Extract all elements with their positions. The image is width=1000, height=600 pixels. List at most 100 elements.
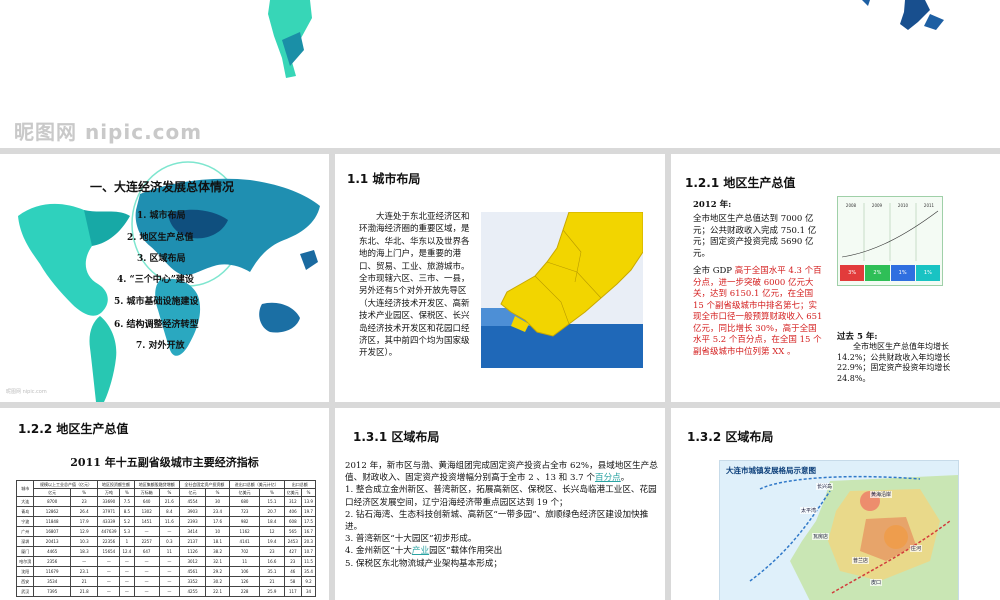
chart-cell: 3% <box>840 265 865 281</box>
table-cell: 13.9 <box>301 496 316 507</box>
table-cell: 106 <box>228 566 261 577</box>
table-cell: — <box>97 556 121 567</box>
toc-item-gdp[interactable]: 2. 地区生产总值 <box>127 230 194 243</box>
table-row: 大连 8700 23 33690 7.5 640 21.6 4554 30 680 15.1 312 1… <box>15 496 316 507</box>
table-cell: 312 <box>283 496 303 507</box>
table-cell: 2137 <box>178 536 207 547</box>
indicator-table-wrapper: 城市 规模以上工业总产值（亿元） 地区投资额生额 地区集额股融贷增额 全社会固定资产投资… <box>15 480 317 597</box>
table-cell: 12862 <box>33 506 71 517</box>
table-cell: 21 <box>69 576 99 587</box>
table-cell: 46 <box>283 566 303 577</box>
link-industry[interactable]: 产业 <box>412 546 429 556</box>
table-cell: 38.2 <box>205 546 230 557</box>
table-cell: 34 <box>301 586 316 597</box>
table-cell: 15654 <box>97 546 121 557</box>
regional-text: 2012 年，新市区与渤、黄海组团完成固定资产投资占全市 62%，县域地区生产总… <box>345 460 659 570</box>
table-cell: 37971 <box>97 506 121 517</box>
table-cell: 1302 <box>133 506 160 517</box>
table-cell: 11 <box>158 546 180 557</box>
table-cell: — <box>97 566 121 577</box>
table-cell: 22356 <box>97 536 121 547</box>
table-cell: 3414 <box>178 526 207 537</box>
table-cell: 12.9 <box>69 526 99 537</box>
table-cell: 23.1 <box>69 566 99 577</box>
table-cell: 982 <box>228 516 261 527</box>
regional-point-4: 4. 金州新区“十大产业园区”载体作用突出 <box>345 546 503 557</box>
table-cell: 17.5 <box>301 516 316 527</box>
toc-item-city-layout[interactable]: 1. 城市布局 <box>137 208 186 221</box>
map-title: 大连市城镇发展格局示意图 <box>726 466 816 475</box>
chart-year: 2011 <box>923 203 935 208</box>
table-cell: 33690 <box>97 496 121 507</box>
table-cell: 3352 <box>178 576 207 587</box>
table-cell: 11 <box>228 556 261 567</box>
col-subheader: % <box>205 488 230 497</box>
watermark-text: 昵图网 nipic.com <box>14 120 203 144</box>
table-cell: 23 <box>69 496 99 507</box>
table-cell: 35.4 <box>301 566 316 577</box>
toc-item-regional-layout[interactable]: 3. 区域布局 <box>137 251 186 264</box>
col-group-header: 地区投资额生额 <box>97 480 135 489</box>
table-cell: 12 <box>259 526 285 537</box>
table-cell: 0.3 <box>158 536 180 547</box>
table-cell: 1126 <box>178 546 207 557</box>
table-cell: 1451 <box>133 516 160 527</box>
past-five-years-text: 全市地区生产总值年均增长 14.2%；公共财政收入年均增长 22.9%；固定资产… <box>837 342 951 383</box>
col-subheader: 万吨 <box>97 488 121 497</box>
table-cell: 18.4 <box>259 516 285 527</box>
gdp-comparison: 全市 GDP 高于全国水平 4.3 个百分点，进一步突破 6000 亿元大关，达… <box>693 266 823 357</box>
map-label: 长兴岛 <box>816 483 834 490</box>
toc-item-three-centers[interactable]: 4. “三个中心”建设 <box>117 272 194 285</box>
urban-layout-map: 大连市城镇发展格局示意图 长兴岛 太平湾 瓦房店 普兰店 皮口 庄河 黄海沿岸 <box>719 460 959 600</box>
table-cell: 7395 <box>33 586 71 597</box>
table-cell: 8700 <box>33 496 71 507</box>
slide-title: 1.2.2 地区生产总值 <box>18 422 129 436</box>
map-label: 黄海沿岸 <box>870 491 893 498</box>
table-cell: 7.5 <box>119 496 135 507</box>
table-cell: 640 <box>133 496 160 507</box>
chart-cell: 1% <box>890 265 915 281</box>
table-cell: 2393 <box>178 516 207 527</box>
col-group-header: 规模以上工业总产值（亿元） <box>33 480 99 489</box>
link-percentage-points[interactable]: 百分点 <box>595 473 621 483</box>
table-cell: 1162 <box>228 526 261 537</box>
table-cell: — <box>97 576 121 587</box>
table-cell: — <box>119 566 135 577</box>
table-cell: 30.2 <box>205 576 230 587</box>
table-cell: 18.3 <box>69 546 99 557</box>
table-cell: 117 <box>283 586 303 597</box>
table-cell-city: 青岛 <box>15 506 35 517</box>
table-cell: 4465 <box>33 546 71 557</box>
table-row: 哈尔滨 2356— — — — —3012 32.1 11 16.6 23 11.5 <box>15 556 316 567</box>
slide-title: 1.3.2 区域布局 <box>687 430 774 444</box>
toc-item-restructuring[interactable]: 6. 结构调整经济转型 <box>114 317 199 330</box>
table-row: 西安 3534 21— — — —3352 30.2 126 21 58 9.2 <box>15 576 316 587</box>
table-row: 宁波 11848 17.9 43339 5.2 1451 11.6 2393 17.6 982 18… <box>15 516 316 527</box>
slide-gdp-2012: 1.2.1 地区生产总值 2012 年: 全市地区生产总值达到 7000 亿元；… <box>671 154 1000 402</box>
table-cell: 17.6 <box>205 516 230 527</box>
table-cell: — <box>158 556 180 567</box>
table-cell: 10.3 <box>69 536 99 547</box>
slide-regional-layout-1: 1.3.1 区域布局 2012 年，新市区与渤、黄海组团完成固定资产投资占全市 … <box>335 408 665 600</box>
table-cell: 30 <box>205 496 230 507</box>
col-subheader: 亿美元 <box>228 488 261 497</box>
table-cell: 12.4 <box>119 546 135 557</box>
table-cell: 3903 <box>178 506 207 517</box>
table-cell: 427 <box>283 546 303 557</box>
table-cell: 20.7 <box>259 506 285 517</box>
table-row: 青岛 12862 26.4 37971 8.5 1302 8.4 3903 23.4 723 20.… <box>15 506 316 517</box>
toc-item-opening-up[interactable]: 7. 对外开放 <box>136 338 185 351</box>
table-cell: 21.6 <box>158 496 180 507</box>
toc-item-infrastructure[interactable]: 5. 城市基础设施建设 <box>114 294 199 307</box>
table-cell-city: 大连 <box>15 496 35 507</box>
table-cell: 4141 <box>228 536 261 547</box>
table-cell: 406 <box>283 506 303 517</box>
table-cell: 11.5 <box>301 556 316 567</box>
table-cell: 16.6 <box>259 556 285 567</box>
table-cell: 4255 <box>178 586 207 597</box>
table-cell: 18.1 <box>205 536 230 547</box>
slide-regional-layout-2: 1.3.2 区域布局 大连市城镇发展格局示意图 长兴岛 太平湾 瓦房店 普兰店 皮口 庄河… <box>671 408 1000 600</box>
slide-toc: 一、大连经济发展总体情况 1. 城市布局 2. 地区生产总值 3. 区域布局 4… <box>0 154 329 402</box>
table-cell: — <box>119 576 135 587</box>
table-cell: 32.1 <box>205 556 230 567</box>
